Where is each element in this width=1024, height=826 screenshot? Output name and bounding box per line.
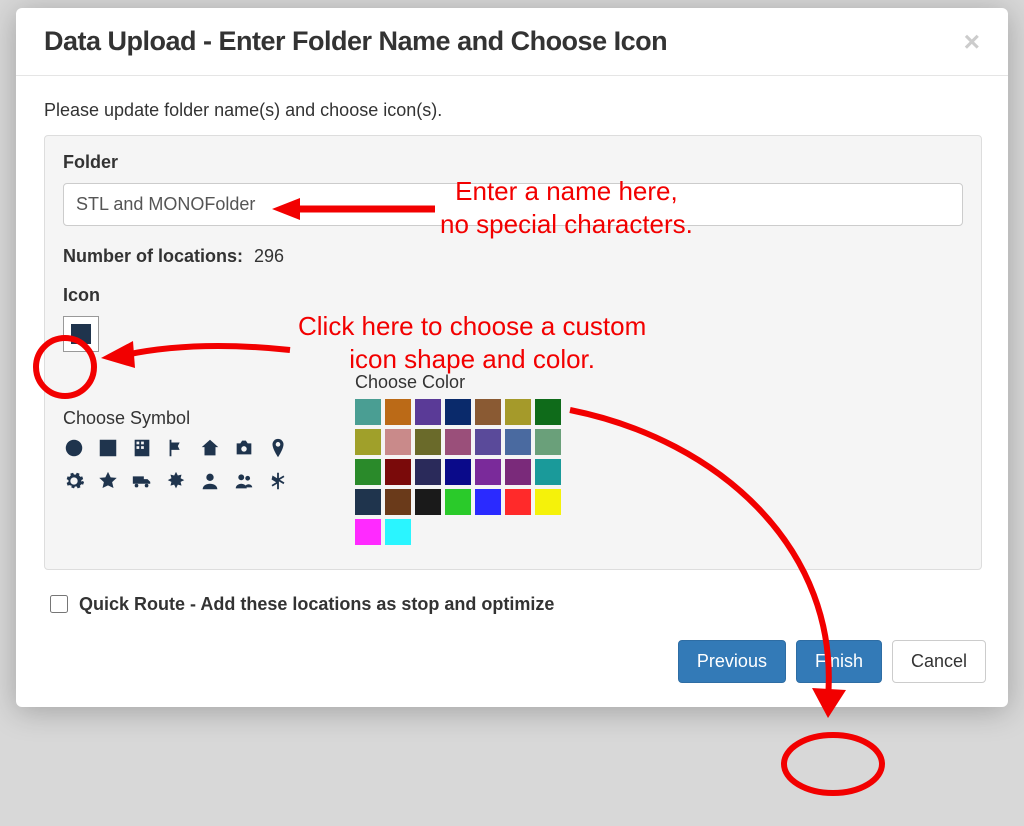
color-swatch[interactable] [385, 489, 411, 515]
annotation-circle-finish [778, 730, 888, 798]
star-icon[interactable] [97, 470, 125, 497]
color-swatch[interactable] [535, 399, 561, 425]
modal-title: Data Upload - Enter Folder Name and Choo… [44, 26, 958, 57]
camera-icon[interactable] [233, 437, 261, 464]
color-swatch[interactable] [355, 459, 381, 485]
previous-button[interactable]: Previous [678, 640, 786, 683]
cancel-button[interactable]: Cancel [892, 640, 986, 683]
color-swatch[interactable] [445, 459, 471, 485]
asterisk-icon[interactable] [267, 470, 295, 497]
quick-route-row[interactable]: Quick Route - Add these locations as sto… [46, 592, 980, 616]
choose-color-section: Choose Color [355, 372, 561, 545]
flag-icon[interactable] [165, 437, 193, 464]
current-icon-button[interactable] [63, 316, 99, 352]
color-swatch[interactable] [415, 489, 441, 515]
folder-panel: Folder Number of locations: 296 Icon Cho… [44, 135, 982, 570]
quick-route-checkbox[interactable] [50, 595, 68, 613]
finish-button[interactable]: Finish [796, 640, 882, 683]
color-swatch[interactable] [355, 519, 381, 545]
square-symbol-icon[interactable] [97, 437, 125, 464]
locations-count-row: Number of locations: 296 [63, 246, 963, 267]
user-icon[interactable] [199, 470, 227, 497]
modal-header: Data Upload - Enter Folder Name and Choo… [16, 8, 1008, 76]
color-swatch[interactable] [475, 459, 501, 485]
modal-body: Please update folder name(s) and choose … [16, 76, 1008, 622]
close-icon[interactable]: × [958, 28, 986, 56]
color-swatch[interactable] [535, 489, 561, 515]
color-swatch[interactable] [445, 489, 471, 515]
color-swatch[interactable] [415, 399, 441, 425]
home-icon[interactable] [199, 437, 227, 464]
choose-symbol-label: Choose Symbol [63, 408, 295, 429]
modal-dialog: Data Upload - Enter Folder Name and Choo… [16, 8, 1008, 707]
color-swatch[interactable] [415, 459, 441, 485]
color-swatch[interactable] [535, 429, 561, 455]
color-swatch[interactable] [445, 429, 471, 455]
folder-name-input[interactable] [63, 183, 963, 226]
color-swatch[interactable] [385, 519, 411, 545]
color-swatch[interactable] [355, 399, 381, 425]
quick-route-label: Quick Route - Add these locations as sto… [79, 594, 554, 615]
color-swatch[interactable] [535, 459, 561, 485]
color-swatch[interactable] [505, 399, 531, 425]
instruction-text: Please update folder name(s) and choose … [44, 100, 982, 121]
building-icon[interactable] [131, 437, 159, 464]
choose-color-label: Choose Color [355, 372, 561, 393]
color-swatch[interactable] [385, 399, 411, 425]
color-swatch[interactable] [355, 489, 381, 515]
color-swatch[interactable] [385, 459, 411, 485]
color-swatch[interactable] [505, 429, 531, 455]
color-swatch[interactable] [505, 489, 531, 515]
truck-icon[interactable] [131, 470, 159, 497]
color-swatch[interactable] [475, 399, 501, 425]
color-swatch[interactable] [445, 399, 471, 425]
color-swatch[interactable] [385, 429, 411, 455]
locations-count: 296 [254, 246, 284, 266]
pin-icon[interactable] [267, 437, 295, 464]
symbol-grid [63, 437, 295, 497]
choose-symbol-section: Choose Symbol [63, 408, 295, 545]
color-swatch[interactable] [505, 459, 531, 485]
color-swatch[interactable] [475, 429, 501, 455]
circle-icon[interactable] [63, 437, 91, 464]
color-swatch[interactable] [475, 489, 501, 515]
locations-label: Number of locations: [63, 246, 243, 266]
gear-icon[interactable] [63, 470, 91, 497]
burst-icon[interactable] [165, 470, 193, 497]
color-swatch[interactable] [355, 429, 381, 455]
color-swatch[interactable] [415, 429, 441, 455]
modal-footer: Previous Finish Cancel [16, 622, 1008, 707]
square-icon [71, 324, 91, 344]
users-icon[interactable] [233, 470, 261, 497]
folder-label: Folder [63, 152, 963, 173]
icon-section-label: Icon [63, 285, 963, 306]
color-grid [355, 399, 561, 545]
